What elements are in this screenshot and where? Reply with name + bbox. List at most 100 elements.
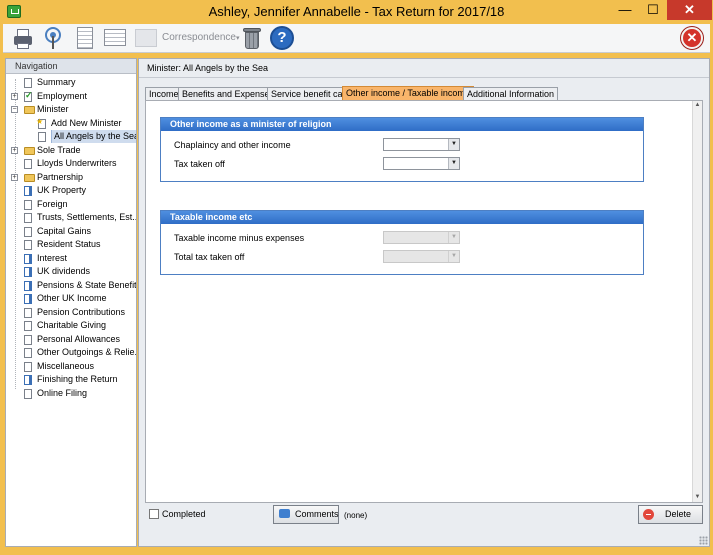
delete-icon bbox=[643, 509, 654, 520]
sidebar-item-label: Online Filing bbox=[37, 387, 88, 398]
blue-page-icon bbox=[24, 294, 32, 304]
delete-button[interactable]: Delete bbox=[638, 505, 703, 524]
chevron-down-icon: ▾ bbox=[235, 35, 240, 42]
comments-button[interactable]: Comments bbox=[273, 505, 339, 524]
sidebar-item-sole-trade[interactable]: + Sole Trade bbox=[6, 144, 136, 157]
sidebar-item-uk-property[interactable]: UK Property bbox=[6, 184, 136, 197]
sidebar-item-personal-allowances[interactable]: Personal Allowances bbox=[6, 333, 136, 346]
sidebar-item-partnership[interactable]: + Partnership bbox=[6, 171, 136, 184]
sidebar-item-label: Lloyds Underwriters bbox=[37, 158, 117, 168]
spreadsheet-icon[interactable] bbox=[103, 26, 127, 50]
sidebar-item-resident-status[interactable]: Resident Status bbox=[6, 238, 136, 251]
collapse-icon[interactable]: − bbox=[11, 106, 18, 113]
page-icon bbox=[24, 361, 32, 372]
help-glyph: ? bbox=[270, 26, 294, 50]
close-return-icon[interactable]: ✕ bbox=[681, 26, 705, 50]
scroll-down-icon[interactable]: ▼ bbox=[693, 493, 702, 502]
close-window-button[interactable]: ✕ bbox=[667, 0, 712, 20]
sidebar-item-label: Sole Trade bbox=[37, 144, 81, 155]
chaplaincy-income-field[interactable]: ▼ bbox=[383, 138, 460, 151]
sidebar-item-summary[interactable]: Summary bbox=[6, 76, 136, 89]
online-filing-icon[interactable] bbox=[41, 26, 65, 50]
sidebar-item-trusts-settlements-est[interactable]: Trusts, Settlements, Est... bbox=[6, 211, 136, 224]
sidebar-item-uk-dividends[interactable]: UK dividends bbox=[6, 265, 136, 278]
tax-taken-off-label: Tax taken off bbox=[174, 159, 225, 169]
chevron-down-icon[interactable]: ▼ bbox=[448, 139, 459, 150]
minimize-button[interactable]: — bbox=[612, 0, 638, 20]
sidebar-item-online-filing[interactable]: Online Filing bbox=[6, 387, 136, 400]
sidebar-item-label: Interest bbox=[37, 252, 68, 263]
tab-income[interactable]: Income bbox=[145, 87, 183, 101]
page-icon bbox=[24, 78, 32, 88]
sidebar-item-all-angels-by-the-sea[interactable]: All Angels by the Sea bbox=[6, 130, 136, 143]
expand-icon[interactable]: + bbox=[11, 92, 18, 100]
resize-grip-icon[interactable] bbox=[699, 536, 708, 545]
tab-service-benefit-cap[interactable]: Service benefit cap bbox=[267, 87, 352, 101]
sidebar-item-label: All Angels by the Sea bbox=[51, 130, 136, 143]
page-icon bbox=[24, 388, 32, 399]
comments-status: (none) bbox=[344, 511, 368, 520]
vertical-scrollbar[interactable]: ▲ ▼ bbox=[692, 101, 702, 502]
tab-additional-information[interactable]: Additional Information bbox=[463, 87, 559, 101]
chaplaincy-income-label: Chaplaincy and other income bbox=[174, 140, 291, 150]
chevron-down-icon: ▼ bbox=[448, 232, 459, 243]
sidebar-item-add-new-minister[interactable]: Add New Minister bbox=[6, 117, 136, 130]
completed-label: Completed bbox=[162, 509, 206, 519]
folder-icon bbox=[24, 146, 35, 155]
sidebar-item-foreign[interactable]: Foreign bbox=[6, 198, 136, 211]
page-icon bbox=[24, 199, 32, 210]
title-bar[interactable]: Ashley, Jennifer Annabelle - Tax Return … bbox=[0, 0, 713, 24]
print-icon[interactable] bbox=[11, 26, 35, 50]
application-window: Ashley, Jennifer Annabelle - Tax Return … bbox=[0, 0, 713, 555]
tax-taken-off-field[interactable]: ▼ bbox=[383, 157, 460, 170]
sidebar-item-label: Capital Gains bbox=[37, 225, 92, 236]
sidebar-item-finishing-the-return[interactable]: Finishing the Return bbox=[6, 373, 136, 386]
check-icon bbox=[24, 90, 33, 102]
sidebar-item-pensions-state-benefits[interactable]: Pensions & State Benefits bbox=[6, 279, 136, 292]
comments-button-label: Comments bbox=[295, 509, 339, 519]
sidebar-item-label: Other UK Income bbox=[37, 293, 107, 303]
sidebar-item-label: Partnership bbox=[37, 171, 84, 182]
page-title: Minister: All Angels by the Sea bbox=[139, 59, 709, 78]
new-item-icon bbox=[36, 117, 46, 129]
expand-icon[interactable]: + bbox=[11, 146, 18, 154]
main-panel: Minister: All Angels by the Sea Income B… bbox=[138, 58, 710, 547]
navigation-panel: Navigation Summary + Employment − Minister Ad… bbox=[5, 58, 137, 547]
sidebar-item-label: Finishing the Return bbox=[37, 374, 118, 384]
sidebar-item-capital-gains[interactable]: Capital Gains bbox=[6, 225, 136, 238]
sidebar-item-label: Trusts, Settlements, Est... bbox=[37, 212, 136, 222]
tab-other-income-taxable-income[interactable]: Other income / Taxable income bbox=[342, 86, 474, 101]
chevron-down-icon[interactable]: ▼ bbox=[448, 158, 459, 169]
scroll-up-icon[interactable]: ▲ bbox=[693, 101, 702, 110]
total-tax-taken-off-field: ▼ bbox=[383, 250, 460, 263]
tab-content: Other income as a minister of religion C… bbox=[145, 100, 703, 503]
sidebar-item-miscellaneous[interactable]: Miscellaneous bbox=[6, 360, 136, 373]
sidebar-item-minister[interactable]: − Minister bbox=[6, 103, 136, 116]
blue-page-icon bbox=[24, 253, 32, 264]
sidebar-item-label: Add New Minister bbox=[51, 117, 122, 128]
help-icon[interactable]: ? bbox=[270, 26, 294, 50]
tab-benefits-and-expenses[interactable]: Benefits and Expenses bbox=[178, 87, 279, 101]
other-income-group: Other income as a minister of religion C… bbox=[160, 117, 644, 182]
trash-icon[interactable] bbox=[240, 26, 264, 50]
sidebar-item-employment[interactable]: + Employment bbox=[6, 90, 136, 103]
page-icon bbox=[24, 240, 32, 250]
page-icon bbox=[24, 321, 32, 331]
sidebar-item-pension-contributions[interactable]: Pension Contributions bbox=[6, 306, 136, 319]
sidebar-item-other-outgoings-relie[interactable]: Other Outgoings & Relie... bbox=[6, 346, 136, 359]
page-icon bbox=[24, 159, 32, 169]
sidebar-item-lloyds-underwriters[interactable]: Lloyds Underwriters bbox=[6, 157, 136, 170]
completed-checkbox[interactable] bbox=[149, 509, 159, 519]
page-icon bbox=[24, 307, 32, 318]
document-icon[interactable] bbox=[73, 26, 97, 50]
maximize-button[interactable]: ☐ bbox=[640, 0, 666, 20]
sidebar-item-interest[interactable]: Interest bbox=[6, 252, 136, 265]
sidebar-item-charitable-giving[interactable]: Charitable Giving bbox=[6, 319, 136, 332]
sidebar-item-label: Minister bbox=[37, 104, 69, 114]
page-icon bbox=[24, 226, 32, 237]
navigation-header: Navigation bbox=[6, 59, 136, 74]
correspondence-menu[interactable]: Correspondence▾ bbox=[162, 32, 239, 43]
expand-icon[interactable]: + bbox=[11, 173, 18, 181]
sidebar-item-other-uk-income[interactable]: Other UK Income bbox=[6, 292, 136, 305]
blue-page-icon bbox=[24, 267, 32, 277]
